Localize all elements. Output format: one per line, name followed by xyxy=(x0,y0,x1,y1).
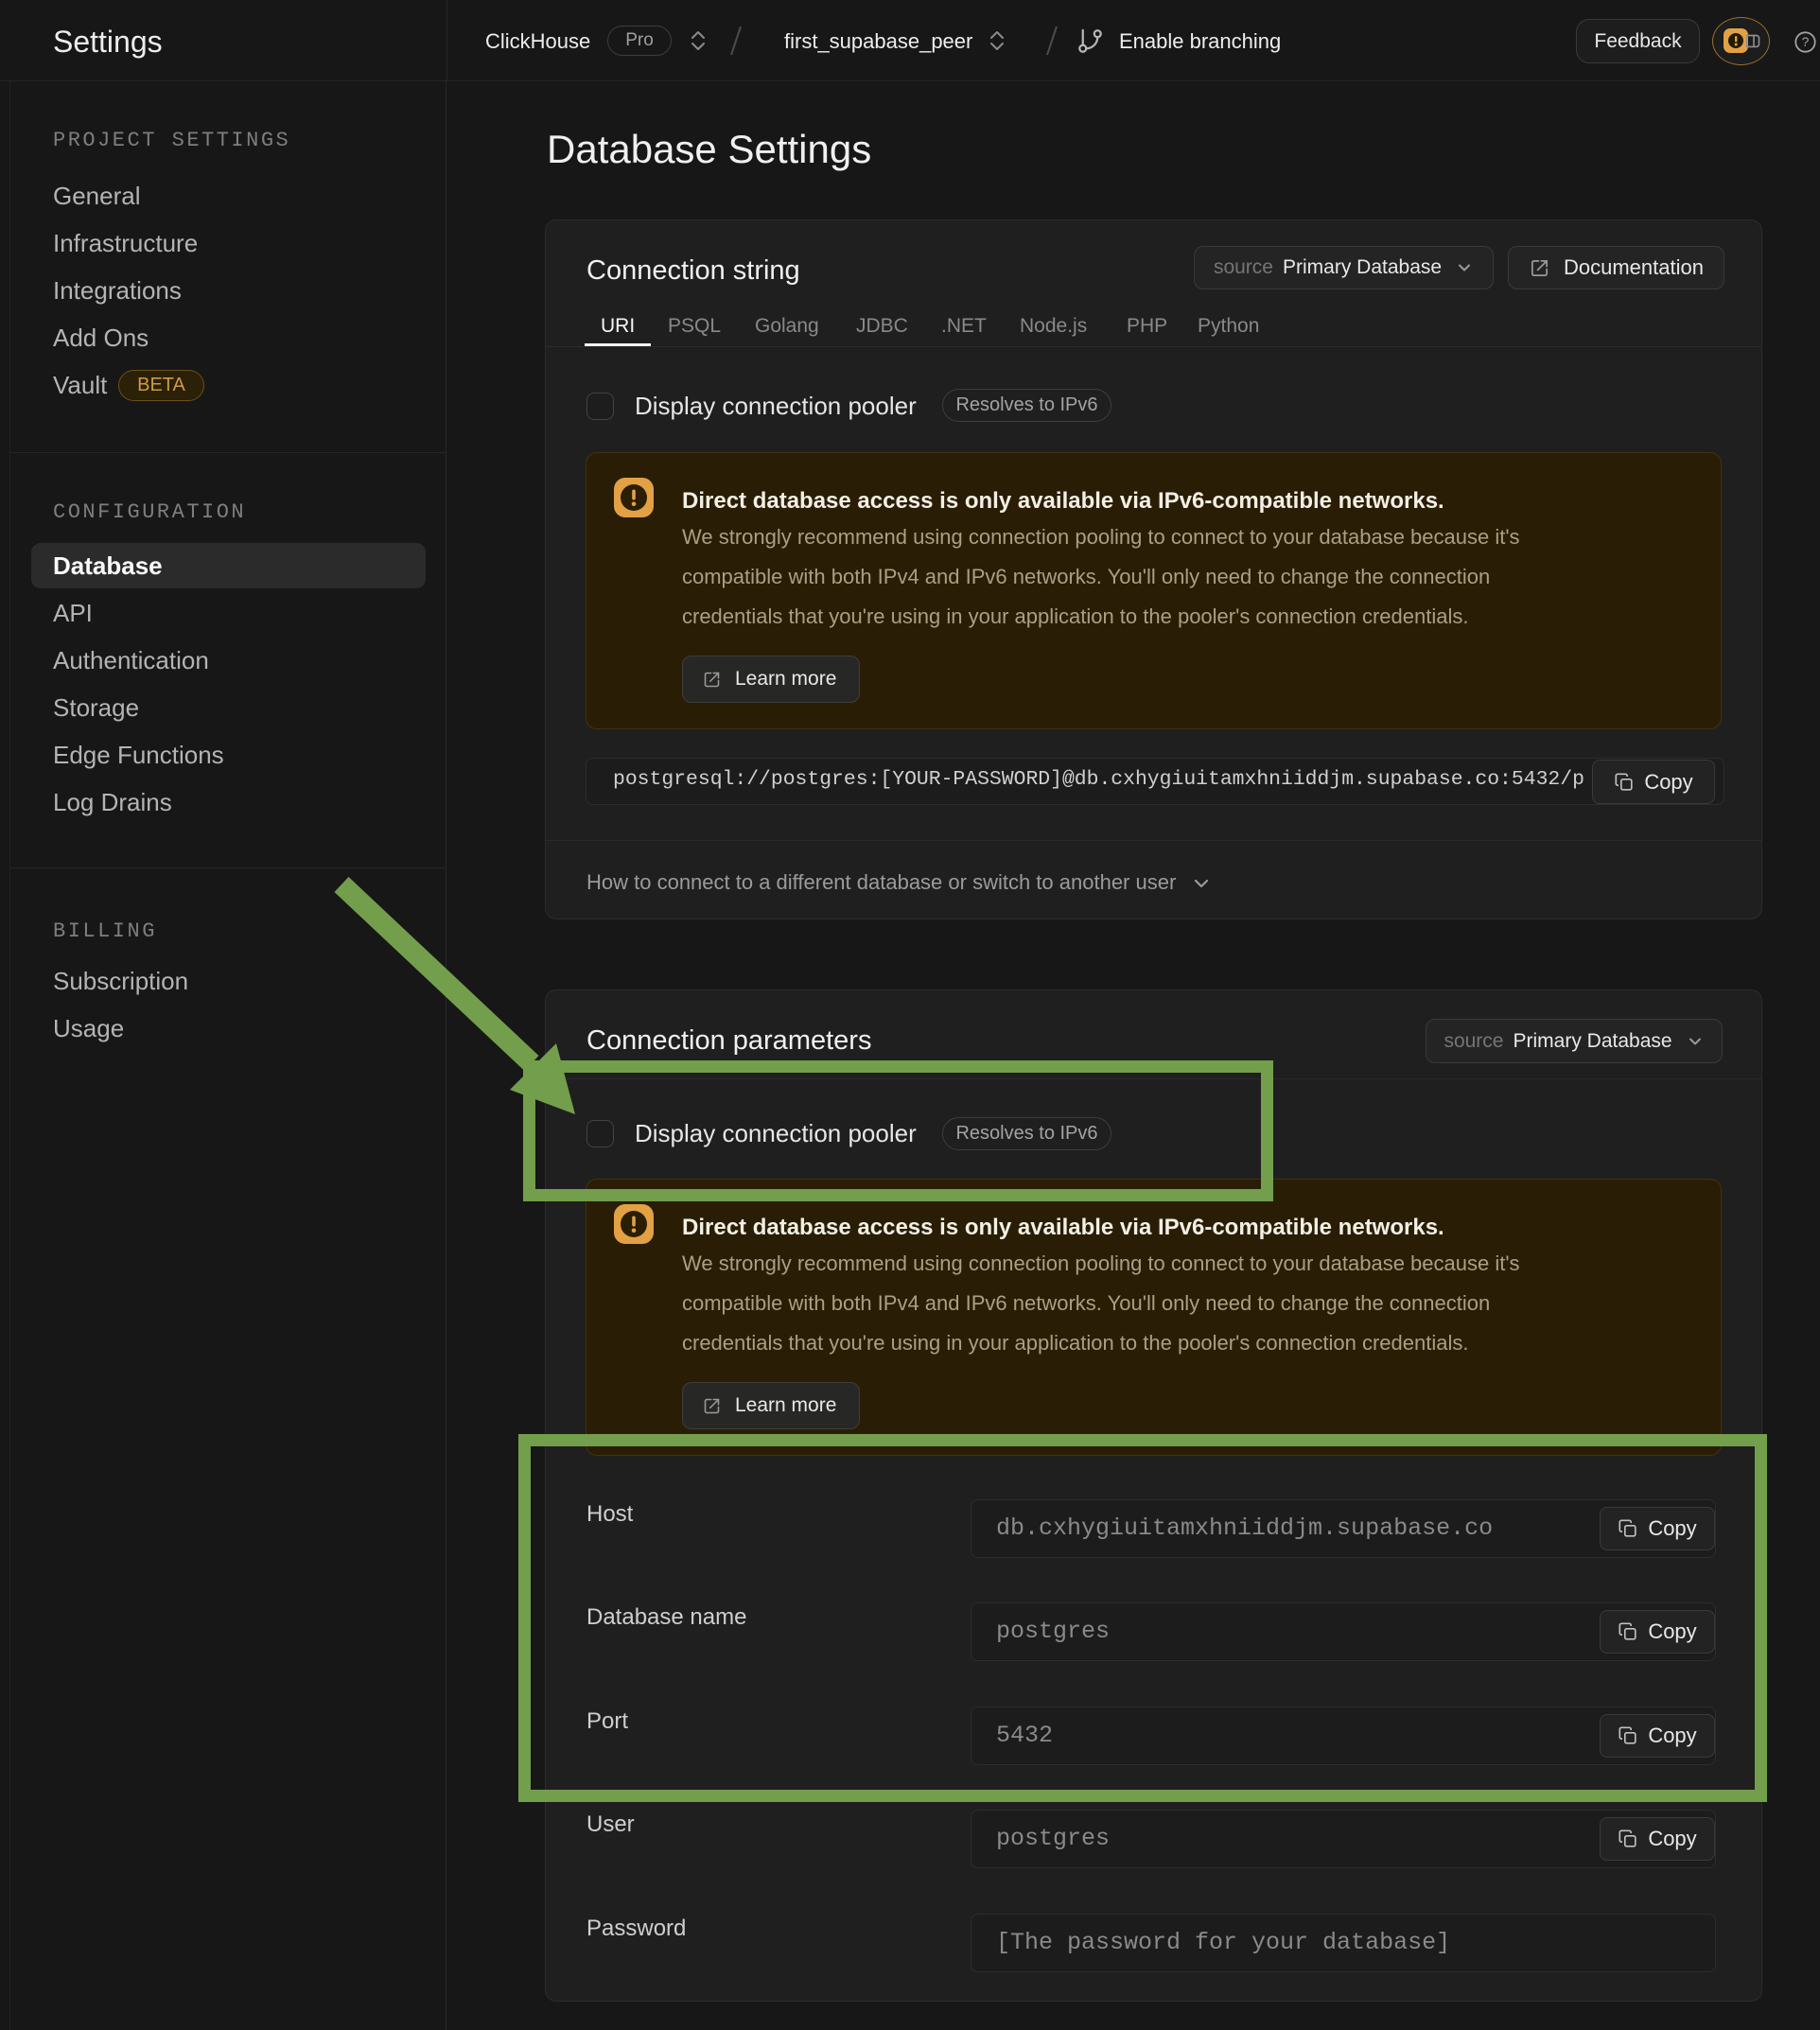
svg-text:?: ? xyxy=(1802,34,1810,49)
